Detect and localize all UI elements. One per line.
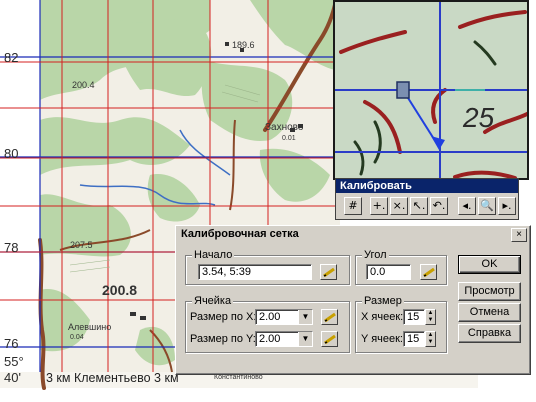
elevation-label: 200.4 xyxy=(72,80,95,90)
zoom-icon: 🔍 xyxy=(480,199,494,212)
cell-group-label: Ячейка xyxy=(192,295,234,307)
angle-group-label: Угол xyxy=(362,249,389,261)
coord-label-82: 82 xyxy=(4,50,19,65)
magnifier-view xyxy=(335,2,527,178)
corner-latitude: 55° xyxy=(4,354,24,369)
cancel-button[interactable]: Отмена xyxy=(458,303,521,322)
pencil-icon xyxy=(324,334,336,344)
pick-angle-button[interactable] xyxy=(420,264,437,280)
zoom-button[interactable]: 🔍 xyxy=(478,197,496,215)
pick-size-y-button[interactable] xyxy=(321,331,338,347)
calibrate-toolbar: Калибровать # +. ×. ↖. ↶. ◂. 🔍 ▸. xyxy=(335,178,519,220)
size-y-value: 2.00 xyxy=(259,333,281,345)
bottom-place-label: Константиново xyxy=(214,374,263,381)
zoom-magnifier[interactable]: 25 xyxy=(333,0,529,180)
x-cells-field[interactable]: 15 xyxy=(403,309,425,325)
delete-point-icon: ×. xyxy=(392,199,406,212)
elevation-label: 200.8 xyxy=(102,282,138,298)
size-y-label: Размер по Y: xyxy=(190,333,256,345)
close-icon: × xyxy=(516,229,522,240)
next-point-button[interactable]: ▸. xyxy=(498,197,516,215)
help-button[interactable]: Справка xyxy=(458,324,521,343)
calibration-grid-dialog: Калибровочная сетка × Начало 3.54, 5:39 … xyxy=(175,225,531,375)
size-y-select[interactable]: 2.00 ▼ xyxy=(255,331,313,347)
pencil-icon xyxy=(323,267,335,277)
size-x-label: Размер по X: xyxy=(190,311,257,323)
size-x-value: 2.00 xyxy=(259,311,281,323)
ok-button[interactable]: OK xyxy=(458,255,521,274)
pick-size-x-button[interactable] xyxy=(321,309,338,325)
delete-point-button[interactable]: ×. xyxy=(390,197,408,215)
angle-field[interactable]: 0.0 xyxy=(366,264,411,280)
rotate-point-icon: ↶. xyxy=(432,199,446,212)
close-button[interactable]: × xyxy=(511,228,527,242)
start-coordinates-field[interactable]: 3.54, 5:39 xyxy=(198,264,312,280)
magnifier-grid-number: 25 xyxy=(463,102,495,133)
preview-button[interactable]: Просмотр xyxy=(458,282,521,301)
coord-label-78: 78 xyxy=(4,240,19,255)
pick-start-button[interactable] xyxy=(320,264,337,280)
calibrate-toolbar-title: Калибровать xyxy=(336,179,518,193)
start-group-label: Начало xyxy=(192,249,235,261)
village-label: Алевшино xyxy=(68,322,112,332)
map-bottom-caption: 3 км Клементьево 3 км xyxy=(46,371,179,385)
chevron-down-icon[interactable]: ▼ xyxy=(298,332,312,346)
village-sub-label: 0.04 xyxy=(70,334,84,341)
previous-icon: ◂. xyxy=(462,199,472,212)
village-label: Захново xyxy=(265,122,304,133)
chevron-down-icon[interactable]: ▼ xyxy=(298,310,312,324)
grid-size-group-label: Размер xyxy=(362,295,404,307)
previous-point-button[interactable]: ◂. xyxy=(458,197,476,215)
pencil-icon xyxy=(423,267,435,277)
elevation-label: 207.5 xyxy=(70,240,93,250)
coord-label-76: 76 xyxy=(4,336,19,351)
corner-longitude: 40' xyxy=(4,370,21,385)
dialog-title: Калибровочная сетка xyxy=(177,227,529,242)
y-cells-label: Y ячеек: xyxy=(361,333,403,345)
x-cells-spinner[interactable]: ▲ ▼ xyxy=(425,309,436,325)
rotate-point-button[interactable]: ↶. xyxy=(430,197,448,215)
pencil-icon xyxy=(324,312,336,322)
x-cells-label: X ячеек: xyxy=(361,311,404,323)
add-point-button[interactable]: +. xyxy=(370,197,388,215)
y-cells-spinner[interactable]: ▲ ▼ xyxy=(425,331,436,347)
y-cells-field[interactable]: 15 xyxy=(403,331,425,347)
move-point-button[interactable]: ↖. xyxy=(410,197,428,215)
size-x-select[interactable]: 2.00 ▼ xyxy=(255,309,313,325)
village-sub-label: 0.01 xyxy=(282,135,296,142)
grid-tool-button[interactable]: # xyxy=(344,197,362,215)
coord-label-80: 80 xyxy=(4,146,19,161)
grid-icon: # xyxy=(348,199,358,212)
move-point-icon: ↖. xyxy=(412,199,426,212)
elevation-label: 189.6 xyxy=(232,40,255,50)
next-icon: ▸. xyxy=(502,199,512,212)
add-point-icon: +. xyxy=(372,199,386,212)
